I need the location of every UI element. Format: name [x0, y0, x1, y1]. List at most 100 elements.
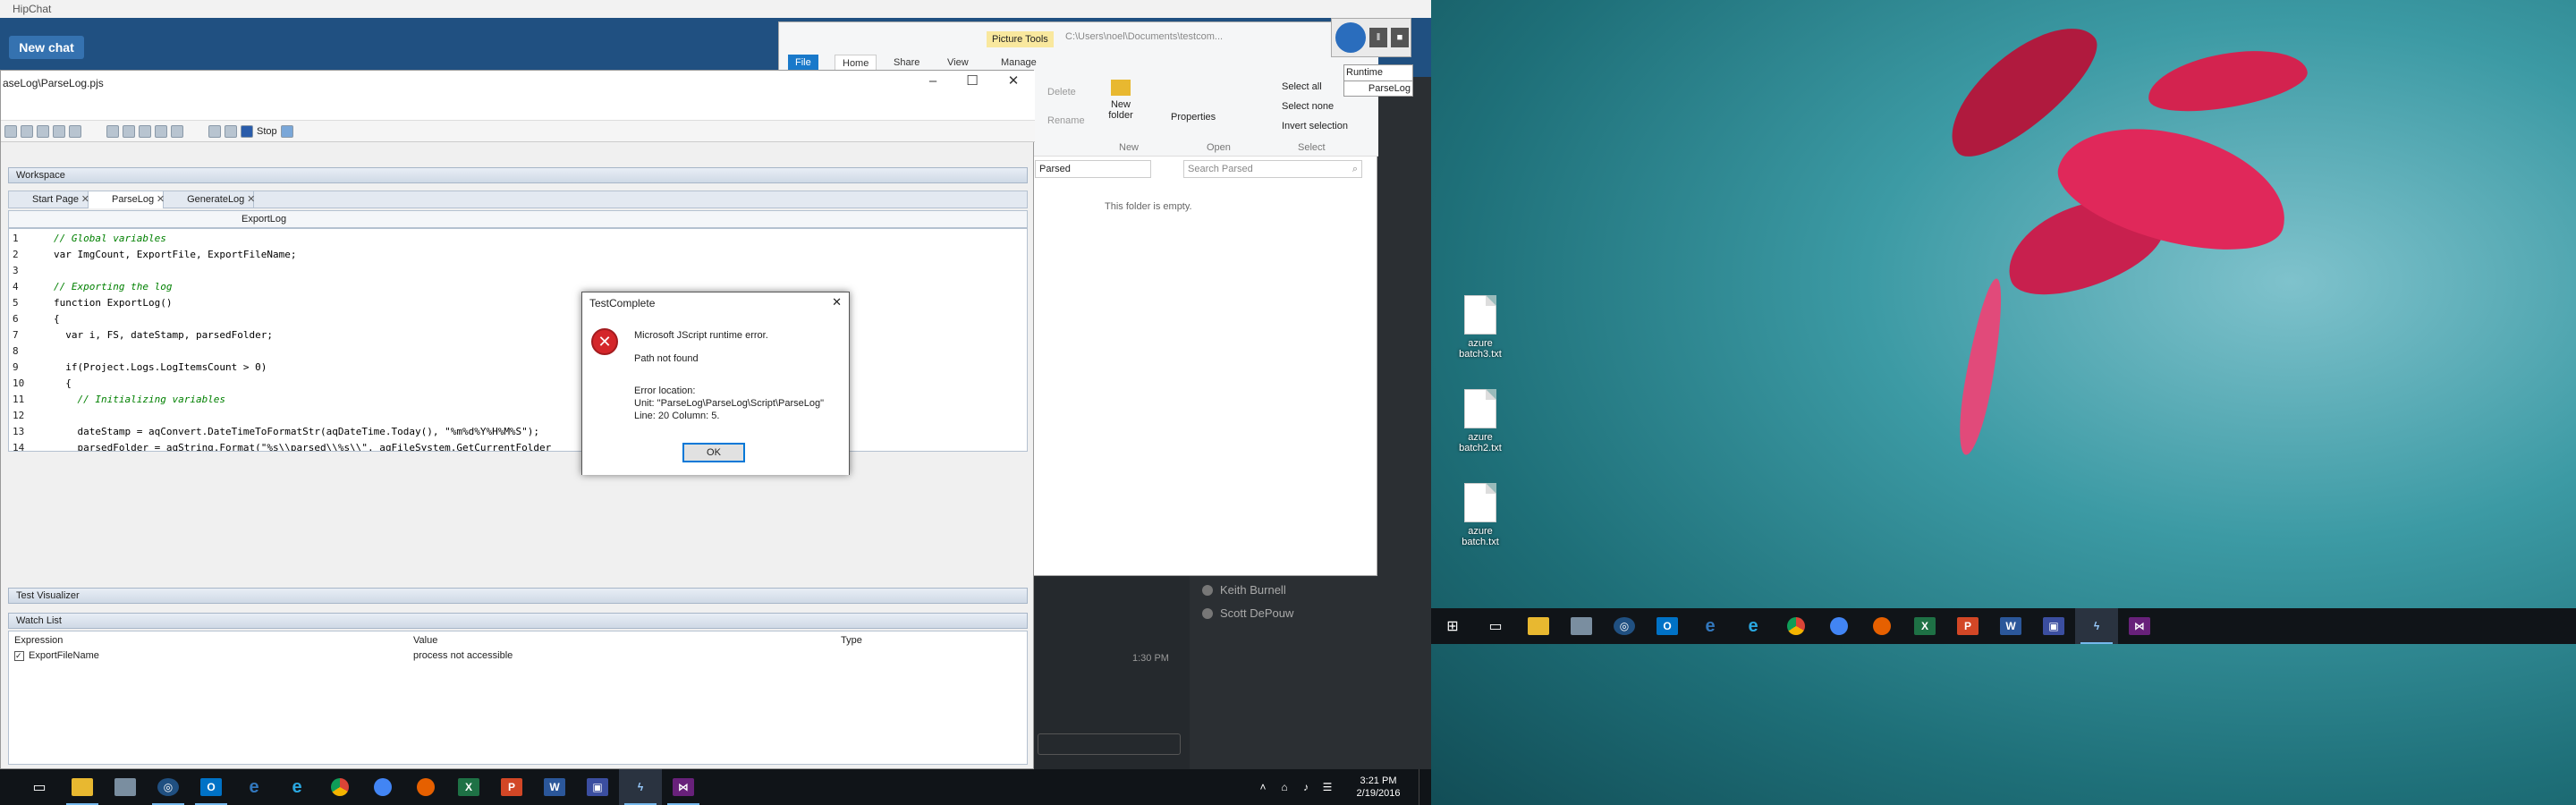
- taskbar-testcomplete[interactable]: ϟ: [2075, 608, 2118, 644]
- tab-parselog[interactable]: ParseLog ✕: [88, 191, 165, 208]
- tab-file[interactable]: File: [788, 55, 818, 71]
- rename-button[interactable]: Rename: [1047, 115, 1085, 126]
- taskbar-ie[interactable]: e: [275, 769, 318, 805]
- show-desktop-button[interactable]: [1419, 769, 1431, 805]
- line-number: 1: [13, 233, 19, 244]
- taskbar-excel[interactable]: X: [447, 769, 490, 805]
- taskbar-edge[interactable]: e: [233, 769, 275, 805]
- taskbar-app[interactable]: [104, 769, 147, 805]
- taskbar-firefox[interactable]: [404, 769, 447, 805]
- tool-icon[interactable]: [123, 124, 135, 138]
- taskbar-app[interactable]: [1560, 608, 1603, 644]
- taskbar-powerpoint[interactable]: P: [490, 769, 533, 805]
- taskbar-visual-studio[interactable]: ⋈: [2118, 608, 2161, 644]
- copy-icon[interactable]: [37, 124, 49, 138]
- cut-icon[interactable]: [69, 124, 81, 138]
- tool-icon[interactable]: [171, 124, 183, 138]
- visual-studio-icon: ⋈: [673, 778, 694, 796]
- properties-button[interactable]: Properties: [1171, 112, 1216, 123]
- close-button[interactable]: ✕: [994, 71, 1033, 94]
- chat-input[interactable]: [1038, 733, 1181, 755]
- redo-icon[interactable]: [21, 124, 33, 138]
- tab-share[interactable]: Share: [886, 55, 927, 71]
- close-icon[interactable]: ✕: [247, 193, 255, 205]
- routine-selector[interactable]: ExportLog: [242, 214, 286, 225]
- code-line: function ExportLog(): [54, 297, 173, 309]
- tray-chevron-icon[interactable]: ˄: [1252, 769, 1274, 805]
- paste-icon[interactable]: [53, 124, 65, 138]
- volume-icon[interactable]: ♪: [1295, 769, 1317, 805]
- record-icon[interactable]: [225, 124, 237, 138]
- start-button[interactable]: [0, 769, 18, 805]
- tool-icon[interactable]: [106, 124, 119, 138]
- desktop-icon-label: azure batch3.txt: [1459, 338, 1502, 360]
- task-view-button[interactable]: ▭: [1474, 608, 1517, 644]
- taskbar-powerpoint[interactable]: P: [1946, 608, 1989, 644]
- taskbar-teams[interactable]: ▣: [2032, 608, 2075, 644]
- start-button[interactable]: ⊞: [1431, 608, 1474, 644]
- taskbar-ie[interactable]: e: [1732, 608, 1775, 644]
- desktop-wallpaper: azure batch3.txt azure batch2.txt azure …: [1431, 0, 2576, 805]
- maximize-button[interactable]: ☐: [953, 71, 992, 94]
- watch-checkbox[interactable]: ✓: [14, 651, 24, 661]
- minimize-button[interactable]: –: [913, 71, 953, 94]
- desktop-icon[interactable]: azure batch.txt: [1449, 483, 1512, 547]
- taskbar-excel[interactable]: X: [1903, 608, 1946, 644]
- desktop-icon[interactable]: azure batch2.txt: [1449, 389, 1512, 453]
- watch-list-header: Watch List: [8, 613, 1028, 629]
- taskbar-hipchat[interactable]: ◎: [147, 769, 190, 805]
- taskbar-outlook[interactable]: O: [190, 769, 233, 805]
- visual-studio-icon: ⋈: [2129, 617, 2150, 635]
- select-all-button[interactable]: Select all: [1282, 81, 1322, 92]
- notification-icon[interactable]: ☰: [1317, 769, 1338, 805]
- search-box[interactable]: Search Parsed ⌕: [1183, 160, 1362, 178]
- code-line: // Initializing variables: [54, 394, 226, 405]
- taskbar-word[interactable]: W: [1989, 608, 2032, 644]
- taskbar-explorer[interactable]: [61, 769, 104, 805]
- taskbar-edge[interactable]: e: [1689, 608, 1732, 644]
- person-item[interactable]: Scott DePouw: [1202, 606, 1293, 620]
- network-icon[interactable]: ⌂: [1274, 769, 1295, 805]
- stop-icon[interactable]: ■: [1391, 28, 1409, 47]
- taskbar-teams[interactable]: ▣: [576, 769, 619, 805]
- new-chat-button[interactable]: New chat: [9, 36, 84, 59]
- taskbar-testcomplete[interactable]: ϟ: [619, 769, 662, 805]
- person-item[interactable]: Keith Burnell: [1202, 583, 1286, 597]
- taskbar-visual-studio[interactable]: ⋈: [662, 769, 705, 805]
- debug-icon[interactable]: [280, 124, 293, 138]
- delete-button[interactable]: Delete: [1047, 87, 1076, 97]
- desktop-icon[interactable]: azure batch3.txt: [1449, 295, 1512, 360]
- tool-icon[interactable]: [139, 124, 151, 138]
- tab-view[interactable]: View: [940, 55, 976, 71]
- taskbar-word[interactable]: W: [533, 769, 576, 805]
- invert-selection-button[interactable]: Invert selection: [1282, 121, 1348, 131]
- run-icon[interactable]: [208, 124, 221, 138]
- taskbar-firefox[interactable]: [1860, 608, 1903, 644]
- taskbar-outlook[interactable]: O: [1646, 608, 1689, 644]
- taskbar-explorer[interactable]: [1517, 608, 1560, 644]
- task-view-button[interactable]: ▭: [18, 769, 61, 805]
- tab-home[interactable]: Home: [835, 55, 877, 71]
- app-icon: ▣: [587, 778, 608, 796]
- tab-generatelog[interactable]: GenerateLog ✕: [164, 191, 255, 208]
- select-none-button[interactable]: Select none: [1282, 101, 1334, 112]
- taskbar-chrome[interactable]: [1775, 608, 1818, 644]
- error-dialog: TestComplete ✕ ✕ Microsoft JScript runtim…: [581, 292, 850, 475]
- tab-manage[interactable]: Manage: [994, 55, 1044, 71]
- ok-button[interactable]: OK: [682, 443, 745, 462]
- stop-button[interactable]: Stop: [257, 126, 277, 137]
- text-file-icon: [1464, 295, 1496, 335]
- undo-icon[interactable]: [4, 124, 17, 138]
- new-folder-button[interactable]: New folder: [1103, 80, 1139, 121]
- taskbar-chrome[interactable]: [318, 769, 361, 805]
- address-bar[interactable]: Parsed: [1035, 160, 1151, 178]
- pause-icon[interactable]: ‖: [1369, 28, 1387, 47]
- tool-icon[interactable]: [155, 124, 167, 138]
- taskbar-chrome-2[interactable]: [361, 769, 404, 805]
- tab-start-page[interactable]: Start Page ✕: [9, 191, 89, 208]
- taskbar-chrome-2[interactable]: [1818, 608, 1860, 644]
- taskbar-hipchat[interactable]: ◎: [1603, 608, 1646, 644]
- close-icon[interactable]: ✕: [832, 295, 842, 309]
- code-editor[interactable]: 1 // Global variables 2 var ImgCount, Expor…: [8, 228, 1028, 452]
- tray-clock[interactable]: 3:21 PM 2/19/2016: [1338, 775, 1419, 800]
